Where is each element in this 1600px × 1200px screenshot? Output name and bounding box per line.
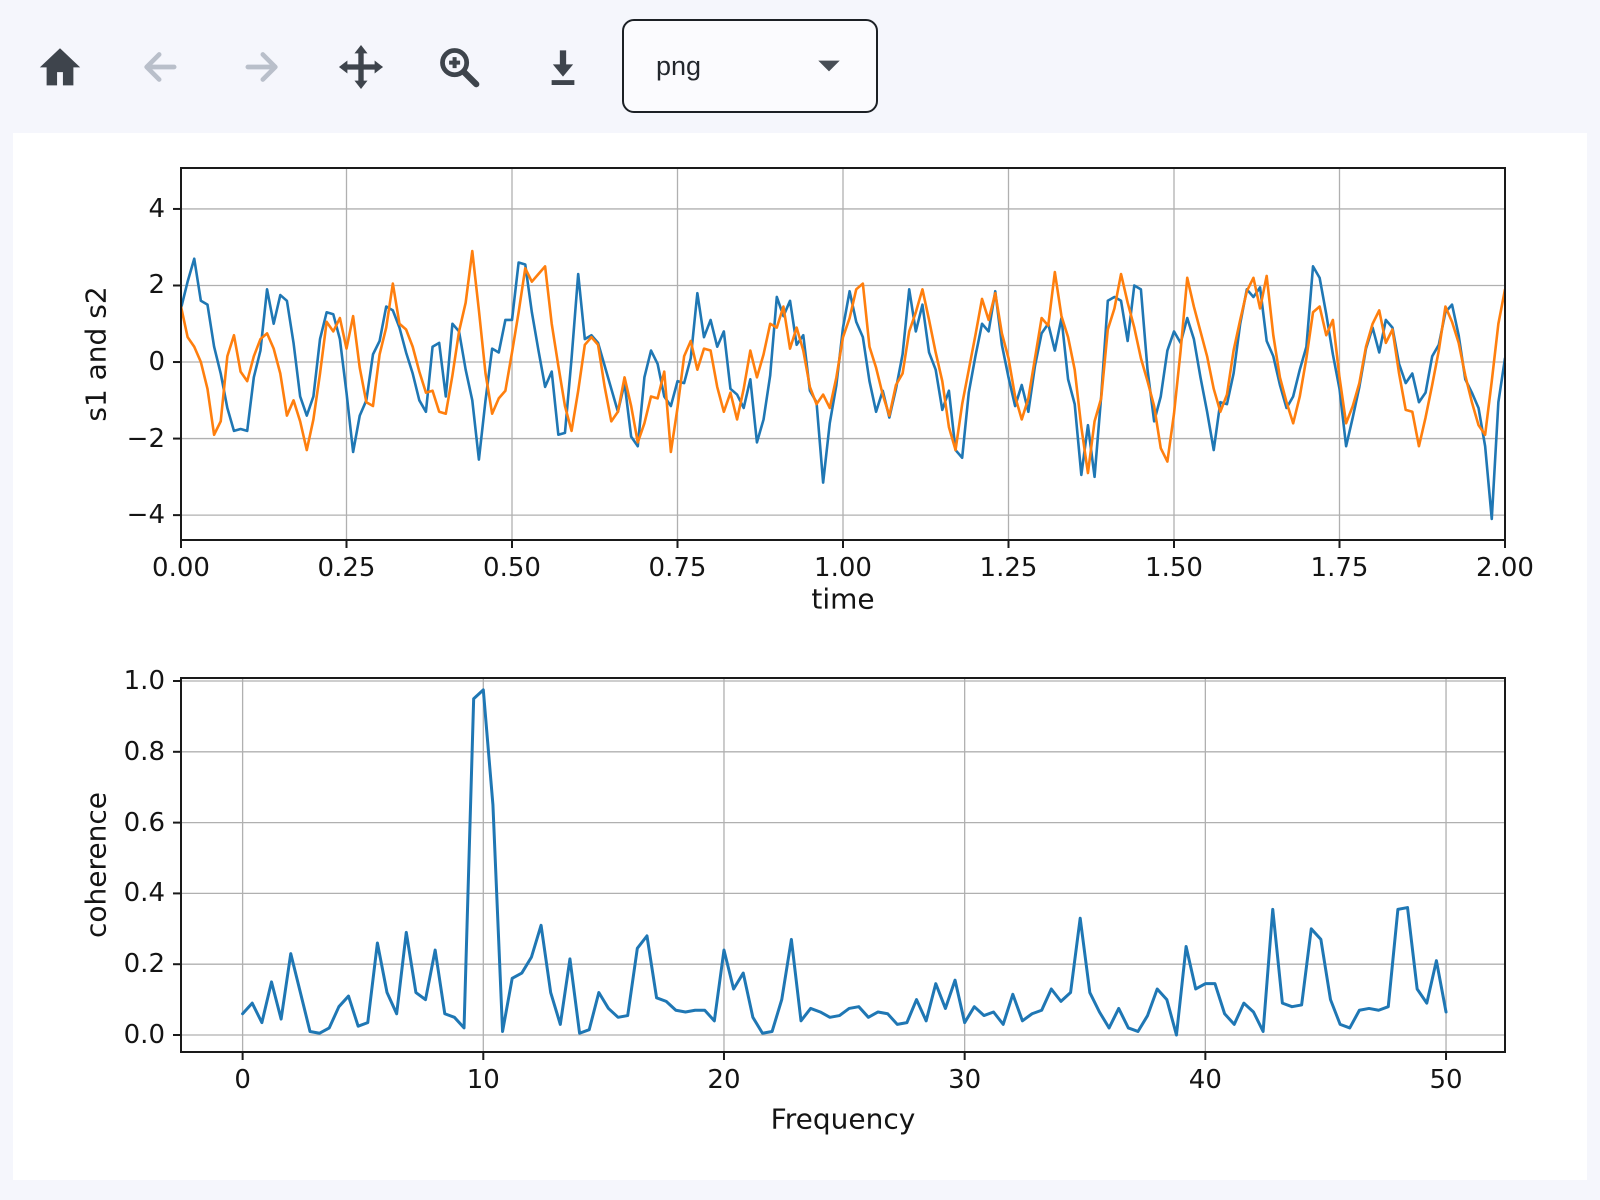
- y-tick-label: 0.6: [124, 808, 165, 838]
- x-tick-label: 0: [234, 1065, 251, 1095]
- home-button[interactable]: [28, 36, 92, 100]
- y-tick-label: 0.4: [124, 878, 165, 908]
- x-tick-label: 0.00: [152, 553, 210, 583]
- y-axis-label: coherence: [80, 792, 113, 938]
- pan-button[interactable]: [329, 36, 393, 100]
- y-tick-label: 1.0: [124, 666, 165, 696]
- download-button[interactable]: [531, 36, 595, 100]
- x-tick-label: 1.25: [980, 553, 1038, 583]
- format-select[interactable]: png: [622, 19, 878, 113]
- move-arrows-icon: [338, 44, 384, 93]
- y-tick-label: −4: [127, 500, 165, 530]
- y-tick-label: 2: [148, 270, 165, 300]
- zoom-rect-button[interactable]: [427, 36, 491, 100]
- x-tick-label: 0.75: [649, 553, 707, 583]
- y-tick-label: 0.8: [124, 737, 165, 767]
- y-tick-label: 0.0: [124, 1020, 165, 1050]
- x-tick-label: 30: [948, 1065, 981, 1095]
- y-tick-label: −2: [127, 424, 165, 454]
- y-tick-label: 0.2: [124, 949, 165, 979]
- x-tick-label: 40: [1189, 1065, 1222, 1095]
- back-button[interactable]: [128, 36, 192, 100]
- x-axis-label: Frequency: [771, 1103, 916, 1136]
- x-tick-label: 0.50: [483, 553, 541, 583]
- y-axis-label: s1 and s2: [80, 286, 113, 421]
- forward-button[interactable]: [230, 36, 294, 100]
- x-tick-label: 50: [1429, 1065, 1462, 1095]
- arrow-right-icon: [242, 47, 282, 90]
- x-tick-label: 1.75: [1311, 553, 1369, 583]
- y-tick-label: 4: [148, 194, 165, 224]
- x-tick-label: 0.25: [318, 553, 376, 583]
- x-tick-label: 10: [467, 1065, 500, 1095]
- home-icon: [38, 45, 82, 92]
- download-icon: [542, 46, 584, 91]
- x-axis-label: time: [811, 583, 874, 616]
- x-tick-label: 1.50: [1145, 553, 1203, 583]
- arrow-left-icon: [140, 47, 180, 90]
- caret-down-icon: [816, 59, 842, 74]
- figure-canvas[interactable]: [0, 0, 1600, 1200]
- magnifier-plus-icon: [437, 45, 481, 92]
- webagg-figure-page: 0.000.250.500.751.001.251.501.752.00−4−2…: [0, 0, 1600, 1200]
- plot-toolbar: png: [0, 0, 1600, 133]
- x-tick-label: 1.00: [814, 553, 872, 583]
- format-select-value: png: [656, 51, 701, 82]
- x-tick-label: 20: [707, 1065, 740, 1095]
- y-tick-label: 0: [148, 347, 165, 377]
- x-tick-label: 2.00: [1476, 553, 1534, 583]
